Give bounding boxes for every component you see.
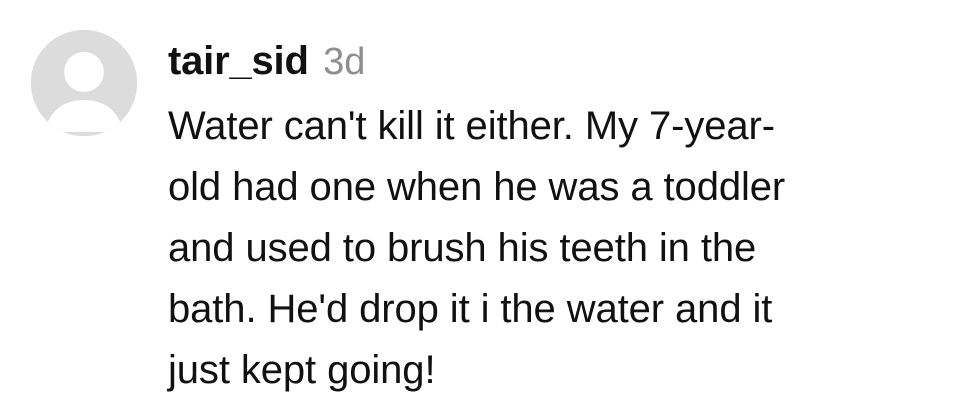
- comment-timestamp[interactable]: 3d: [323, 41, 365, 83]
- comment-header: tair_sid 3d: [168, 36, 958, 86]
- avatar[interactable]: [31, 30, 137, 136]
- comment-content: tair_sid 3d Water can't kill it either. …: [168, 36, 958, 401]
- comment-text-line: old had one when he was a toddler: [168, 165, 786, 209]
- username[interactable]: tair_sid: [168, 39, 309, 83]
- comment-text-line: just kept going!: [168, 348, 436, 392]
- comment-text: Water can't kill it either. My 7-year- o…: [168, 96, 958, 401]
- comment-text-line: and used to brush his teeth in the: [168, 226, 757, 270]
- default-avatar-icon: [31, 30, 137, 136]
- comment-text-line: bath. He'd drop it i the water and it: [168, 287, 773, 331]
- comment-text-line: Water can't kill it either. My 7-year-: [168, 104, 775, 148]
- comment-item: tair_sid 3d Water can't kill it either. …: [0, 0, 980, 420]
